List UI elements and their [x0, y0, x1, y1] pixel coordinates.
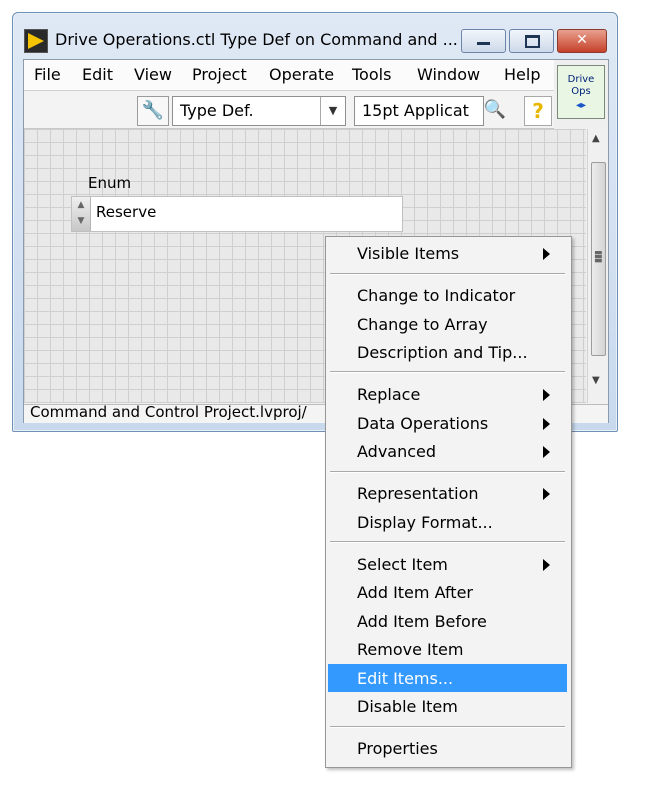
- control-type-dropdown[interactable]: Type Def. ▼: [172, 96, 346, 126]
- close-icon: ✕: [576, 32, 588, 48]
- menu-item-visible-items[interactable]: Visible Items: [328, 239, 567, 267]
- menu-bar: File Edit View Project Operate Tools Win…: [24, 60, 554, 91]
- vi-icon-arrows: ◂▸: [575, 100, 587, 111]
- menu-item-description-and-tip[interactable]: Description and Tip...: [328, 338, 567, 366]
- menu-item-representation[interactable]: Representation: [328, 479, 567, 507]
- font-dropdown[interactable]: 15pt Applicat: [354, 96, 484, 126]
- menu-item-label: Add Item Before: [357, 612, 487, 631]
- menu-project[interactable]: Project: [192, 65, 247, 84]
- menu-item-label: Edit Items...: [357, 669, 454, 688]
- labview-app-icon: [24, 29, 48, 53]
- submenu-arrow-icon: [543, 389, 550, 401]
- menu-separator: [330, 726, 565, 728]
- menu-item-advanced[interactable]: Advanced: [328, 437, 567, 465]
- vi-icon-line1: Drive: [567, 74, 595, 85]
- menu-file[interactable]: File: [34, 65, 61, 84]
- menu-item-label: Select Item: [357, 555, 448, 574]
- window-title: Drive Operations.ctl Type Def on Command…: [55, 30, 458, 49]
- menu-item-label: Description and Tip...: [357, 343, 528, 362]
- enum-value: Reserve: [96, 203, 157, 221]
- menu-item-remove-item[interactable]: Remove Item: [328, 635, 567, 663]
- menu-item-label: Display Format...: [357, 513, 493, 532]
- vi-icon[interactable]: Drive Ops ◂▸: [557, 65, 605, 119]
- submenu-arrow-icon: [543, 446, 550, 458]
- menu-item-properties[interactable]: Properties: [328, 734, 567, 762]
- menu-item-label: Advanced: [357, 442, 437, 461]
- submenu-arrow-icon: [543, 418, 550, 430]
- minimize-button[interactable]: [461, 29, 506, 53]
- menu-tools[interactable]: Tools: [352, 65, 391, 84]
- menu-item-edit-items[interactable]: Edit Items...: [328, 664, 567, 692]
- menu-edit[interactable]: Edit: [82, 65, 113, 84]
- menu-item-data-operations[interactable]: Data Operations: [328, 409, 567, 437]
- menu-item-label: Replace: [357, 385, 421, 404]
- menu-item-label: Properties: [357, 739, 438, 758]
- vi-icon-line2: Ops: [571, 86, 591, 97]
- context-menu: Visible Items Change to Indicator Change…: [325, 236, 572, 768]
- enum-label: Enum: [88, 174, 132, 192]
- menu-separator: [330, 541, 565, 543]
- enum-control[interactable]: ▲ ▼ Reserve: [71, 196, 403, 232]
- menu-item-add-item-after[interactable]: Add Item After: [328, 578, 567, 606]
- grip-icon: ▬ ▬ ▬: [594, 248, 603, 266]
- help-icon[interactable]: ?: [524, 96, 552, 126]
- menu-item-label: Visible Items: [357, 244, 460, 263]
- chevron-down-icon[interactable]: ▼: [320, 97, 345, 125]
- toolbar: 🔧 Type Def. ▼ 15pt Applicat 🔍 ?: [24, 91, 554, 129]
- menu-item-select-item[interactable]: Select Item: [328, 550, 567, 578]
- minimize-icon: [477, 42, 490, 45]
- menu-separator: [330, 471, 565, 473]
- font-value: 15pt Applicat: [362, 101, 469, 120]
- menu-item-label: Change to Array: [357, 315, 488, 334]
- enum-increment-decrement[interactable]: ▲ ▼: [72, 197, 91, 231]
- menu-item-change-to-array[interactable]: Change to Array: [328, 310, 567, 338]
- menu-window[interactable]: Window: [417, 65, 480, 84]
- submenu-arrow-icon: [543, 559, 550, 571]
- scroll-thumb[interactable]: ▬ ▬ ▬: [591, 162, 606, 356]
- search-icon[interactable]: 🔍: [478, 96, 512, 124]
- scroll-up-icon[interactable]: ▲: [592, 133, 600, 144]
- menu-item-label: Representation: [357, 484, 479, 503]
- menu-item-add-item-before[interactable]: Add Item Before: [328, 607, 567, 635]
- menu-item-label: Disable Item: [357, 697, 458, 716]
- maximize-button[interactable]: [509, 29, 554, 53]
- close-button[interactable]: ✕: [557, 29, 607, 53]
- menu-item-label: Data Operations: [357, 414, 489, 433]
- vertical-scrollbar[interactable]: ▲ ▬ ▬ ▬ ▼: [587, 129, 608, 403]
- menu-item-disable-item[interactable]: Disable Item: [328, 692, 567, 720]
- submenu-arrow-icon: [543, 248, 550, 260]
- menu-help[interactable]: Help: [504, 65, 540, 84]
- menu-view[interactable]: View: [134, 65, 172, 84]
- menu-item-label: Change to Indicator: [357, 286, 516, 305]
- wrench-icon[interactable]: 🔧: [137, 96, 169, 126]
- title-bar[interactable]: Drive Operations.ctl Type Def on Command…: [13, 13, 617, 57]
- submenu-arrow-icon: [543, 488, 550, 500]
- menu-item-replace[interactable]: Replace: [328, 380, 567, 408]
- control-type-value: Type Def.: [180, 101, 254, 120]
- menu-item-label: Remove Item: [357, 640, 464, 659]
- menu-item-display-format[interactable]: Display Format...: [328, 508, 567, 536]
- menu-item-label: Add Item After: [357, 583, 473, 602]
- menu-operate[interactable]: Operate: [269, 65, 334, 84]
- scroll-down-icon[interactable]: ▼: [592, 375, 600, 386]
- project-path[interactable]: Command and Control Project.lvproj/: [30, 403, 307, 421]
- menu-separator: [330, 371, 565, 373]
- menu-item-change-to-indicator[interactable]: Change to Indicator: [328, 281, 567, 309]
- menu-separator: [330, 273, 565, 275]
- maximize-icon: [525, 35, 540, 48]
